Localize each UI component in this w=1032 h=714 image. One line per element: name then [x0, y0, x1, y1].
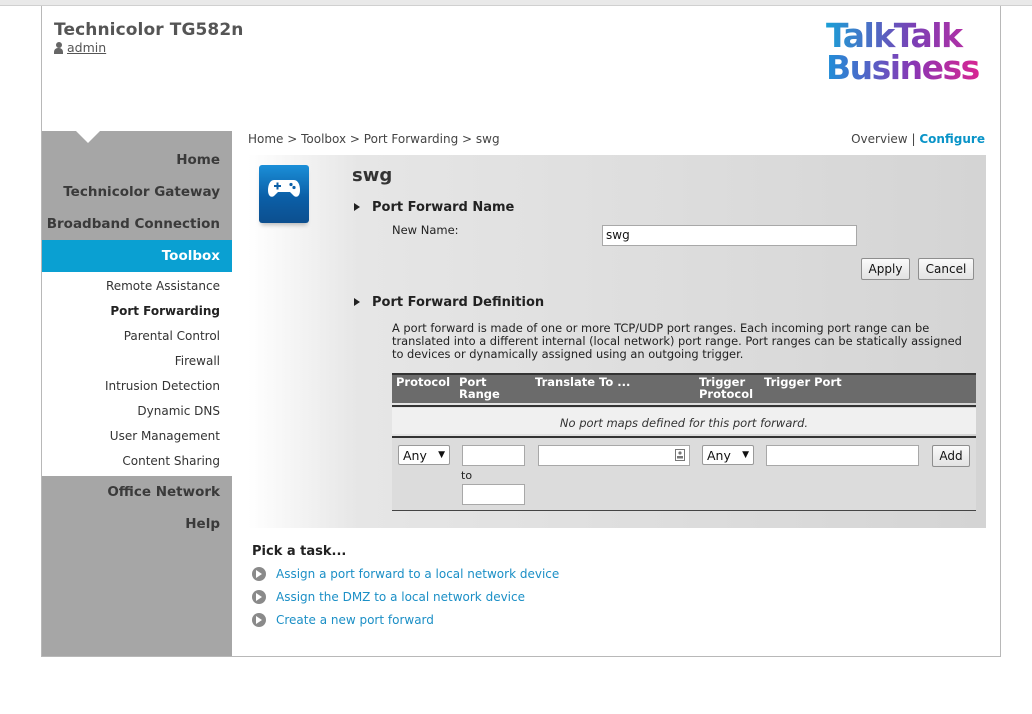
device-title: Technicolor TG582n	[54, 20, 244, 40]
col-translate-to: Translate To ...	[535, 375, 631, 389]
subnav-item-parental-control[interactable]: Parental Control	[42, 324, 232, 349]
view-separator: |	[911, 132, 916, 146]
subnav-item-intrusion-detection[interactable]: Intrusion Detection	[42, 374, 232, 399]
port-range-end-input[interactable]	[462, 484, 525, 505]
cancel-button[interactable]: Cancel	[918, 258, 974, 280]
collapse-triangle-icon[interactable]	[354, 203, 360, 211]
col-protocol: Protocol	[396, 375, 451, 389]
new-name-input[interactable]: swg	[602, 225, 857, 246]
arrow-right-icon	[252, 613, 266, 627]
subnav-item-dynamic-dns[interactable]: Dynamic DNS	[42, 399, 232, 424]
subnav-item-firewall[interactable]: Firewall	[42, 349, 232, 374]
apply-button[interactable]: Apply	[861, 258, 910, 280]
sidebar-item-help[interactable]: Help	[42, 508, 232, 540]
col-trigger-port: Trigger Port	[764, 375, 842, 389]
subnav-item-remote-assistance[interactable]: Remote Assistance	[42, 274, 232, 299]
logo-line-2: Business	[826, 51, 986, 84]
sidebar-item-home[interactable]: Home	[42, 144, 232, 176]
section-heading-name-text: Port Forward Name	[372, 200, 515, 215]
protocol-select[interactable]: Any ▼	[398, 445, 450, 465]
protocol-select-value: Any	[403, 447, 427, 463]
sidebar-item-broadband-connection[interactable]: Broadband Connection	[42, 208, 232, 240]
talktalk-business-logo: TalkTalk Business	[826, 19, 986, 84]
collapse-triangle-icon[interactable]	[354, 298, 360, 306]
task-link[interactable]: Create a new port forward	[252, 613, 434, 627]
sidebar-item-toolbox[interactable]: Toolbox	[42, 240, 232, 272]
add-button[interactable]: Add	[932, 445, 970, 467]
table-bottom-border	[392, 510, 976, 511]
contact-card-icon[interactable]	[675, 449, 685, 461]
arrow-right-icon	[252, 567, 266, 581]
user-indicator: admin	[54, 40, 106, 55]
col-trigger-protocol: Trigger Protocol	[699, 375, 754, 401]
panel-title: swg	[352, 165, 393, 186]
port-forward-panel: swg Port Forward Name New Name: swg Appl…	[248, 155, 986, 528]
task-link-text[interactable]: Assign the DMZ to a local network device	[276, 590, 525, 604]
col-port-range: Port Range	[459, 375, 500, 401]
trigger-protocol-select-value: Any	[707, 447, 731, 463]
sidebar-notch	[76, 131, 100, 143]
trigger-protocol-select[interactable]: Any ▼	[702, 445, 754, 465]
subnav-item-content-sharing[interactable]: Content Sharing	[42, 449, 232, 474]
user-link-admin[interactable]: admin	[67, 40, 106, 55]
section-heading-definition-text: Port Forward Definition	[372, 295, 545, 310]
section-heading-name: Port Forward Name	[354, 200, 515, 215]
new-name-label: New Name:	[392, 223, 459, 237]
subnav-item-user-management[interactable]: User Management	[42, 424, 232, 449]
add-port-map-row: Any ▼ to Any ▼ Add	[392, 438, 976, 510]
tasks-title: Pick a task...	[252, 544, 347, 559]
chevron-down-icon: ▼	[742, 450, 749, 460]
task-link[interactable]: Assign a port forward to a local network…	[252, 567, 559, 581]
view-configure-link[interactable]: Configure	[919, 132, 985, 146]
view-overview-link[interactable]: Overview	[851, 132, 908, 146]
task-link-text[interactable]: Assign a port forward to a local network…	[276, 567, 559, 581]
sidebar-item-technicolor-gateway[interactable]: Technicolor Gateway	[42, 176, 232, 208]
translate-to-input[interactable]	[538, 445, 690, 466]
page-frame: Technicolor TG582n admin TalkTalk Busine…	[41, 6, 1001, 657]
gamepad-icon	[268, 180, 300, 197]
empty-table-message: No port maps defined for this port forwa…	[392, 408, 976, 434]
sidebar-subnav: Remote Assistance Port Forwarding Parent…	[42, 272, 232, 476]
trigger-port-input[interactable]	[766, 445, 919, 466]
gamepad-app-icon	[259, 165, 309, 223]
sidebar: Home Technicolor Gateway Broadband Conne…	[42, 131, 232, 656]
sidebar-item-office-network[interactable]: Office Network	[42, 476, 232, 508]
port-range-to-label: to	[461, 469, 473, 482]
task-link[interactable]: Assign the DMZ to a local network device	[252, 590, 525, 604]
arrow-right-icon	[252, 590, 266, 604]
definition-description: A port forward is made of one or more TC…	[392, 321, 962, 361]
view-switch: Overview | Configure	[851, 132, 985, 146]
chevron-down-icon: ▼	[438, 450, 445, 460]
section-heading-definition: Port Forward Definition	[354, 295, 545, 310]
port-map-table-header: Protocol Port Range Translate To ... Tri…	[392, 373, 976, 403]
breadcrumb[interactable]: Home > Toolbox > Port Forwarding > swg	[248, 132, 500, 146]
port-range-start-input[interactable]	[462, 445, 525, 466]
table-separator	[392, 405, 976, 407]
user-icon	[54, 41, 63, 54]
subnav-item-port-forwarding[interactable]: Port Forwarding	[42, 299, 232, 324]
task-link-text[interactable]: Create a new port forward	[276, 613, 434, 627]
